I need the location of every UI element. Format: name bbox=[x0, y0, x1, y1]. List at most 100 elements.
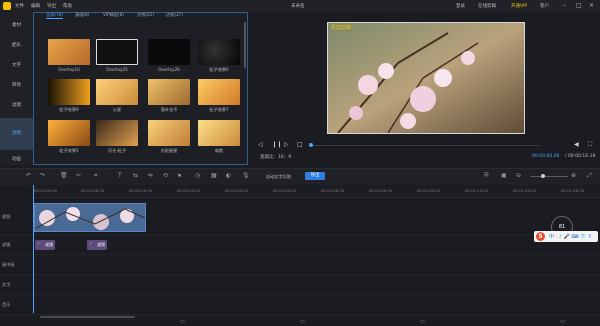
zoom-out-icon[interactable]: ⊖ bbox=[516, 172, 521, 179]
aspect-ratio-label[interactable]: 宽高比：16：9 bbox=[260, 154, 291, 160]
nav-item-animation[interactable]: 动画 bbox=[0, 150, 33, 170]
prev-frame-icon[interactable]: ◁ bbox=[258, 141, 263, 148]
media-scrollbar[interactable] bbox=[244, 22, 246, 68]
snapshot-icon[interactable]: ▣ bbox=[501, 172, 507, 179]
auto-subtitle-link[interactable]: 自动文字识别 bbox=[266, 174, 291, 180]
preview-image bbox=[328, 23, 524, 133]
bottom-icon[interactable]: ▭ bbox=[180, 319, 185, 325]
menu-edit[interactable]: 编辑 bbox=[31, 3, 40, 9]
ruler-tick: 00:00:48:00 bbox=[321, 188, 345, 193]
speed-icon[interactable]: ⇆ bbox=[133, 172, 138, 179]
ruler-tick: 00:00:00:00 bbox=[34, 188, 58, 193]
zoom-slider-handle[interactable] bbox=[541, 174, 545, 178]
delete-icon[interactable]: 🗑 bbox=[60, 172, 68, 179]
redo-icon[interactable]: ↷ bbox=[40, 172, 45, 179]
ruler-tick: 00:01:04:00 bbox=[417, 188, 441, 193]
track-label-video: 视频 bbox=[2, 214, 11, 219]
zoom-in-icon[interactable]: ⊕ bbox=[571, 172, 576, 179]
media-item-label: 粒子效果9 bbox=[59, 107, 79, 112]
menu-export[interactable]: 导出 bbox=[47, 3, 56, 9]
text-icon[interactable]: T bbox=[118, 172, 122, 179]
media-thumb[interactable] bbox=[48, 79, 90, 105]
ruler-tick: 00:01:12:00 bbox=[465, 188, 489, 193]
tab-light[interactable]: 光效(22) bbox=[137, 12, 154, 18]
tab-all[interactable]: 全部(78) bbox=[46, 12, 63, 19]
vip-button[interactable]: 开通VIP bbox=[511, 3, 527, 9]
customer-link[interactable]: 客户 bbox=[540, 3, 549, 9]
tab-border[interactable]: 边框(37) bbox=[166, 12, 183, 18]
filter-clip-label: 滤镜 bbox=[97, 242, 105, 247]
online-edit-link[interactable]: 在线剪辑 bbox=[478, 3, 496, 9]
wand-icon: ⟋ bbox=[37, 241, 40, 246]
pause-icon[interactable]: ❙❙ bbox=[272, 141, 282, 148]
media-thumb[interactable] bbox=[148, 79, 190, 105]
media-thumb[interactable] bbox=[96, 120, 138, 146]
mosaic-icon[interactable]: ▦ bbox=[211, 172, 217, 179]
freeze-icon[interactable]: ⏹ bbox=[178, 172, 181, 180]
rotate-icon[interactable]: ⟲ bbox=[163, 172, 168, 179]
ime-logo-icon[interactable]: S bbox=[536, 232, 545, 241]
fullscreen-icon[interactable]: ⛶ bbox=[588, 141, 592, 149]
export-button[interactable]: 导出 bbox=[305, 172, 325, 180]
bottom-icon[interactable]: ▭ bbox=[300, 319, 305, 325]
color-icon[interactable]: ◐ bbox=[226, 172, 231, 179]
ruler-tick: 00:01:20:00 bbox=[513, 188, 537, 193]
timer-icon[interactable]: ◷ bbox=[195, 172, 200, 179]
split-icon[interactable]: ✂ bbox=[76, 172, 81, 179]
stop-icon[interactable]: □ bbox=[297, 141, 303, 148]
filter-clip[interactable]: ⟋ 滤镜 bbox=[35, 240, 55, 250]
video-clip[interactable] bbox=[34, 203, 146, 232]
media-thumb[interactable] bbox=[198, 79, 240, 105]
ime-controls[interactable]: 中 · ♪ 🎤 ⌨ 👕 ⠿ bbox=[549, 233, 592, 240]
menu-file[interactable]: 文件 bbox=[15, 3, 24, 9]
menu-help[interactable]: 帮助 bbox=[63, 3, 72, 9]
crop-icon[interactable]: ⌗ bbox=[94, 172, 97, 180]
tab-vip[interactable]: VIP精选(8) bbox=[103, 12, 124, 18]
media-thumb[interactable] bbox=[96, 79, 138, 105]
nav-item-filter[interactable]: 滤镜 bbox=[0, 96, 33, 116]
preview-progress-bar[interactable] bbox=[310, 145, 540, 146]
media-thumb[interactable] bbox=[198, 39, 240, 65]
nav-item-media[interactable]: 素材 bbox=[0, 16, 33, 36]
media-item-label: 火星 bbox=[112, 107, 122, 112]
maximize-icon[interactable]: □ bbox=[576, 2, 582, 9]
next-frame-icon[interactable]: ▷ bbox=[284, 141, 289, 148]
media-thumb[interactable] bbox=[48, 120, 90, 146]
fit-icon[interactable]: ⤢ bbox=[587, 172, 592, 180]
track-label-filter: 滤镜 bbox=[2, 242, 11, 247]
volume-icon[interactable]: ◀ bbox=[574, 141, 579, 148]
bottom-icon[interactable]: ▭ bbox=[560, 319, 565, 325]
ruler-tick: 00:00:16:00 bbox=[129, 188, 153, 193]
timeline-scrollbar[interactable] bbox=[40, 316, 135, 318]
media-thumb[interactable] bbox=[148, 120, 190, 146]
ruler-tick: 00:00:08:00 bbox=[81, 188, 105, 193]
zoom-slider[interactable] bbox=[530, 176, 568, 177]
nav-item-text[interactable]: 文字 bbox=[0, 56, 33, 76]
undo-icon[interactable]: ↶ bbox=[26, 172, 31, 179]
media-item-label: Overlay25 bbox=[106, 67, 128, 72]
media-item-label: 电影 bbox=[214, 148, 224, 153]
login-link[interactable]: 登录 bbox=[456, 3, 465, 9]
wand-icon: ⟋ bbox=[89, 241, 92, 246]
media-item-label: 闪光·粒子 bbox=[107, 148, 127, 153]
track-pip bbox=[0, 254, 600, 275]
nav-item-music[interactable]: 配乐 bbox=[0, 36, 33, 56]
media-thumb[interactable] bbox=[148, 39, 190, 65]
filter-clip[interactable]: ⟋ 滤镜 bbox=[87, 240, 107, 250]
nav-item-transition[interactable]: 转场 bbox=[0, 76, 33, 96]
bottom-icon[interactable]: ▭ bbox=[420, 319, 425, 325]
media-thumb[interactable] bbox=[48, 39, 90, 65]
clip-filmstrip bbox=[35, 204, 145, 231]
media-item-label: Overlay10 bbox=[58, 67, 80, 72]
mic-icon[interactable]: 🎙 bbox=[242, 172, 250, 179]
preview-progress-handle[interactable] bbox=[309, 143, 313, 147]
minimize-icon[interactable]: – bbox=[563, 2, 566, 9]
media-thumb[interactable] bbox=[96, 39, 138, 65]
mirror-icon[interactable]: ⇋ bbox=[148, 172, 153, 179]
shield-icon[interactable]: ⛨ bbox=[484, 172, 489, 180]
nav-item-filter-active[interactable]: 滤镜 bbox=[0, 118, 33, 150]
watermark-text: 爱剪剪辑 bbox=[331, 25, 352, 31]
close-icon[interactable]: × bbox=[589, 2, 594, 9]
tab-basic[interactable]: 基础(8) bbox=[75, 12, 89, 18]
media-thumb[interactable] bbox=[198, 120, 240, 146]
